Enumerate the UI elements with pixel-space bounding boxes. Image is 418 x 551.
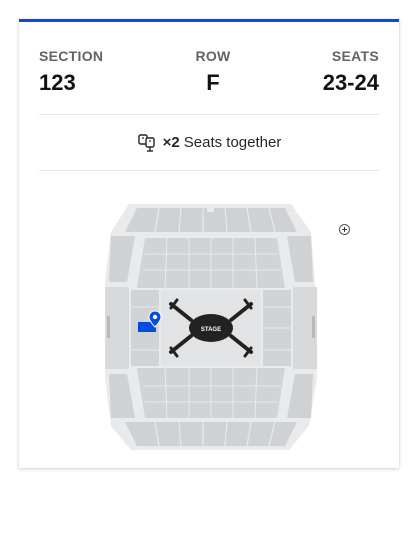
seats-together-row: ×2 Seats together: [19, 115, 399, 170]
tunnel-left: [107, 316, 110, 338]
ticket-card: SECTION 123 ROW F SEATS 23-24 ×2 Seats t…: [19, 19, 399, 468]
tunnel-right: [312, 316, 315, 338]
section-column: SECTION 123: [39, 48, 103, 114]
row-label: ROW: [195, 48, 231, 64]
venue-map[interactable]: STAGE: [19, 192, 399, 462]
ticket-info: SECTION 123 ROW F SEATS 23-24: [19, 22, 399, 114]
seats-together-count: ×2: [162, 134, 180, 151]
seats-together-text: Seats together: [183, 134, 282, 151]
seats-value: 23-24: [322, 70, 379, 95]
row-column: ROW F: [195, 48, 230, 114]
divider-bottom: [39, 170, 379, 171]
tunnel-top: [207, 208, 214, 212]
seats-column: SEATS 23-24: [323, 48, 379, 114]
seats-icon: [137, 133, 159, 153]
section-label: SECTION: [39, 48, 104, 64]
seats-label: SEATS: [331, 48, 379, 64]
stage-label: STAGE: [201, 327, 221, 333]
venue-map-svg: STAGE: [105, 204, 317, 450]
section-value: 123: [39, 70, 76, 95]
row-value: F: [206, 70, 220, 95]
upper-bowl-bottom[interactable]: [125, 422, 297, 446]
